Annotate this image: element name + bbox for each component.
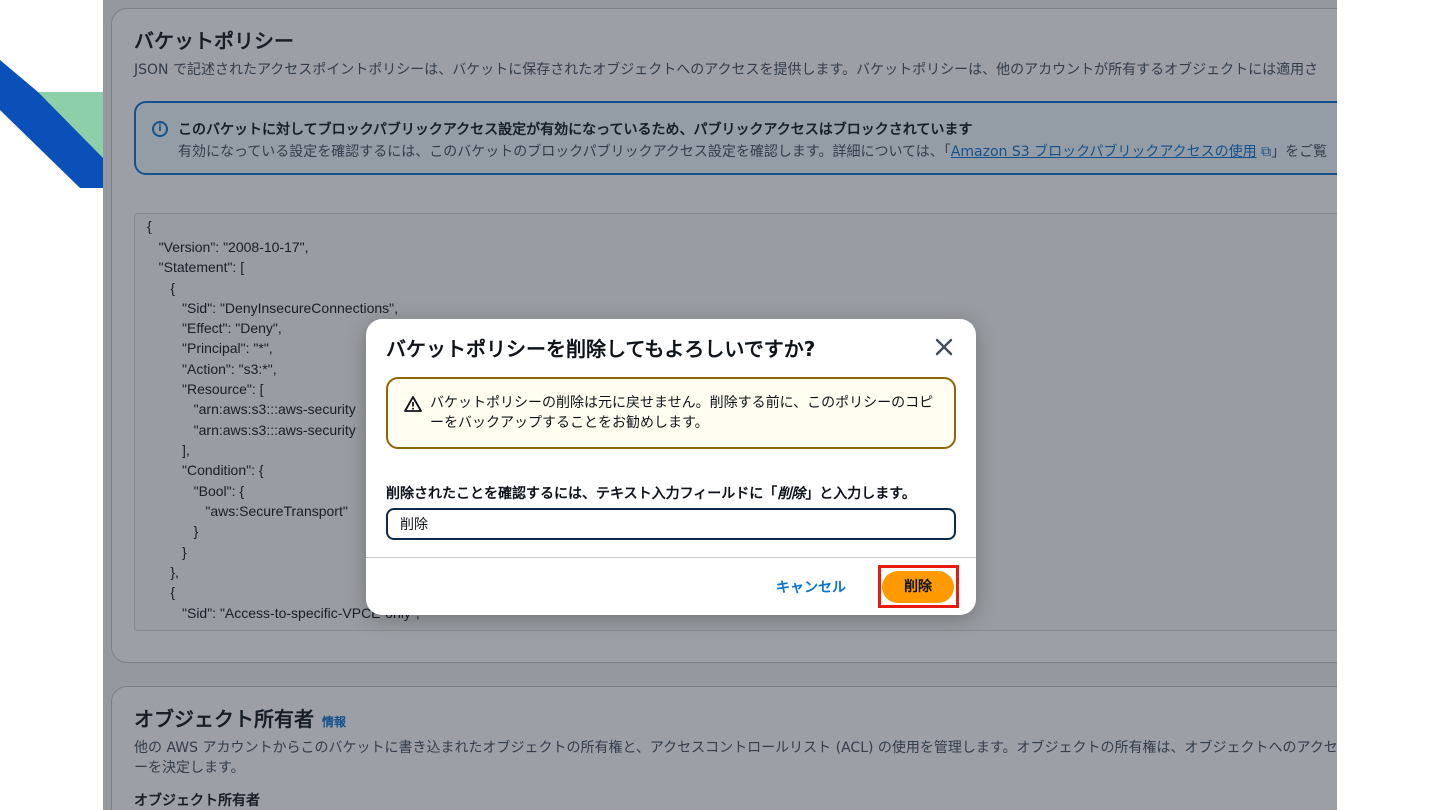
confirm-instruction: 削除されたことを確認するには、テキスト入力フィールドに「削除」と入力します。 <box>386 483 916 503</box>
confirm-prefix: 削除されたことを確認するには、テキスト入力フィールドに「 <box>386 486 778 502</box>
confirm-delete-input[interactable] <box>386 508 956 540</box>
delete-button[interactable]: 削除 <box>882 571 954 603</box>
confirm-suffix: 」と入力します。 <box>805 486 916 502</box>
warning-text: バケットポリシーの削除は元に戻せません。削除する前に、このポリシーのコピーをバッ… <box>430 395 934 431</box>
dialog-title: バケットポリシーを削除してもよろしいですか? <box>386 337 816 361</box>
dialog-footer-divider <box>366 557 976 558</box>
brand-logo-icon <box>0 60 103 188</box>
cancel-button[interactable]: キャンセル <box>766 573 856 603</box>
warning-icon <box>404 396 422 412</box>
confirm-keyword: 削除 <box>777 486 806 502</box>
delete-bucket-policy-dialog: バケットポリシーを削除してもよろしいですか? バケットポリシーの削除は元に戻せま… <box>366 319 976 615</box>
irreversible-warning-alert: バケットポリシーの削除は元に戻せません。削除する前に、このポリシーのコピーをバッ… <box>386 377 956 449</box>
screen: バケットポリシー JSON で記述されたアクセスポイントポリシーは、バケットに保… <box>0 0 1440 810</box>
close-icon[interactable] <box>932 335 956 359</box>
